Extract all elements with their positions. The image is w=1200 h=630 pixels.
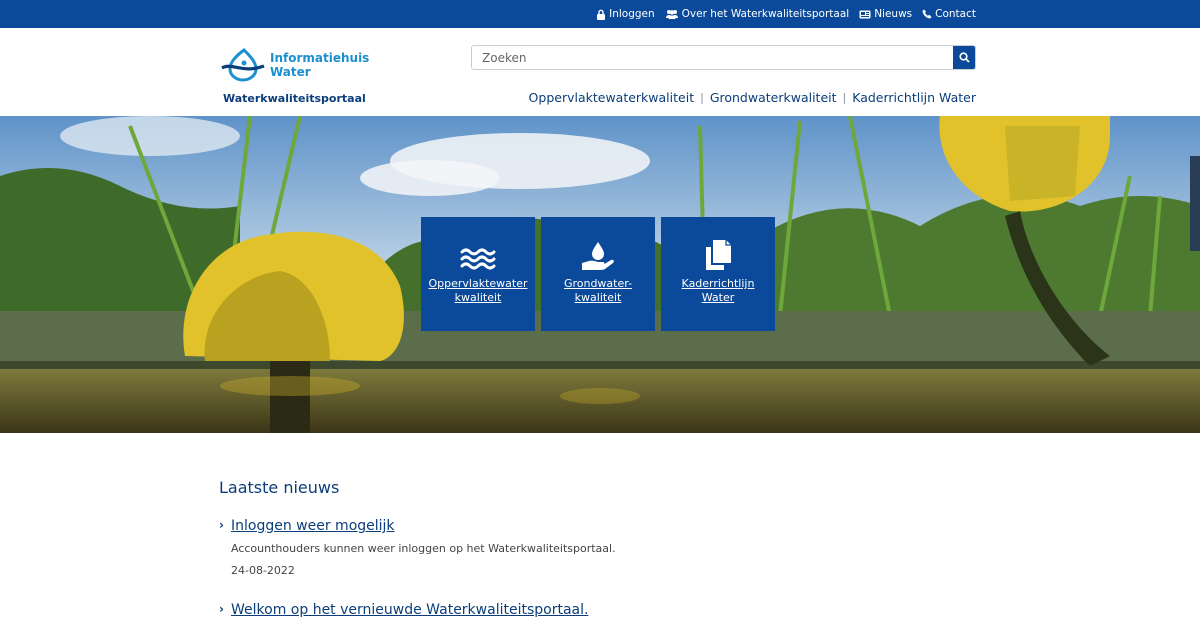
logo-line2: Water [270,65,311,79]
search-button[interactable] [953,46,975,69]
news-link[interactable]: Nieuws [859,8,912,20]
login-link[interactable]: Inloggen [596,8,655,20]
nav-grondwaterkwaliteit[interactable]: Grondwaterkwaliteit [710,90,837,105]
tile-label-line1: Oppervlaktewater [428,277,528,290]
nav-oppervlaktewaterkwaliteit[interactable]: Oppervlaktewaterkwaliteit [529,90,695,105]
newspaper-icon [859,10,871,18]
about-label: Over het Waterkwaliteitsportaal [681,8,850,20]
tile-grondwaterkwaliteit[interactable]: Grondwater- kwaliteit [541,217,655,331]
search-input[interactable] [472,46,952,69]
lock-icon [597,9,606,20]
side-feedback-tab[interactable] [1190,156,1200,251]
site-header: Informatiehuis Water Waterkwaliteitsport… [0,28,1200,116]
tile-label-line2: Water [701,291,735,304]
news-heading: Laatste nieuws [219,478,340,497]
category-tiles: Oppervlaktewater kwaliteit Grondwater- k… [421,217,775,331]
news-item-title-link[interactable]: Welkom op het vernieuwde Waterkwaliteits… [231,602,588,618]
nav-kaderrichtlijn-water[interactable]: Kaderrichtlijn Water [852,90,976,105]
news-item: › Welkom op het vernieuwde Waterkwalitei… [219,599,979,618]
tile-label-line2: kwaliteit [454,291,502,304]
tile-label-line1: Grondwater- [563,277,633,290]
contact-link[interactable]: Contact [922,8,976,20]
chevron-right-icon: › [219,518,224,532]
logo-wordmark: Informatiehuis Water [270,51,369,79]
logo-subtitle: Waterkwaliteitsportaal [223,92,366,105]
logo-line1: Informatiehuis [270,51,370,65]
login-label: Inloggen [609,8,655,20]
nav-separator: | [842,91,847,104]
utility-nav: Inloggen Over het Waterkwaliteitsportaal… [596,0,976,28]
search-icon [958,52,970,63]
documents-icon [704,240,732,271]
news-item-date: 24-08-2022 [231,564,295,577]
search-bar [471,45,976,70]
news-item: › Inloggen weer mogelijk Accounthouders … [219,515,979,577]
site-logo[interactable]: Informatiehuis Water Waterkwaliteitsport… [220,48,370,110]
news-label: Nieuws [874,8,913,20]
contact-label: Contact [935,8,976,20]
phone-icon [922,9,932,19]
news-section: Laatste nieuws › Inloggen weer mogelijk … [219,478,979,618]
chevron-right-icon: › [219,602,224,616]
news-item-description: Accounthouders kunnen weer inloggen op h… [231,542,616,555]
tile-label-line2: kwaliteit [574,291,622,304]
logo-water-drop-icon [221,48,265,82]
users-icon [665,10,678,19]
about-link[interactable]: Over het Waterkwaliteitsportaal [665,8,850,20]
news-item-title-link[interactable]: Inloggen weer mogelijk [231,518,395,534]
tile-label-line1: Kaderrichtlijn [681,277,755,290]
water-drop-hand-icon [581,242,615,271]
tile-oppervlaktewaterkwaliteit[interactable]: Oppervlaktewater kwaliteit [421,217,535,331]
waves-icon [460,243,496,271]
tile-kaderrichtlijn-water[interactable]: Kaderrichtlijn Water [661,217,775,331]
top-bar: Inloggen Over het Waterkwaliteitsportaal… [0,0,1200,28]
hero-banner: Oppervlaktewater kwaliteit Grondwater- k… [0,116,1200,433]
main-nav: Oppervlaktewaterkwaliteit | Grondwaterkw… [529,90,976,105]
nav-separator: | [700,91,704,104]
